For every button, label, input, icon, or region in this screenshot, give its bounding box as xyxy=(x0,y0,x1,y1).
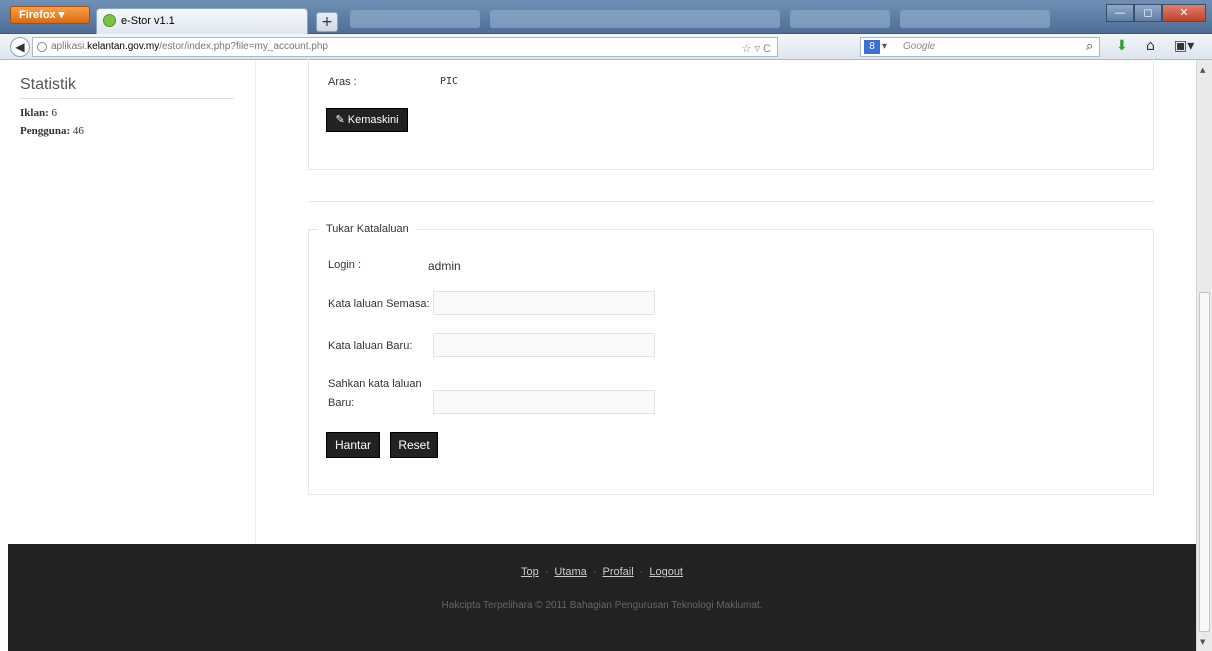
vertical-scrollbar[interactable]: ▲ ▼ xyxy=(1196,60,1212,651)
stat-label: Pengguna: xyxy=(20,125,71,137)
footer-link-utama[interactable]: Utama xyxy=(554,566,586,578)
level-label: Aras : xyxy=(328,76,357,88)
submit-button[interactable]: Hantar xyxy=(326,432,380,458)
reset-button[interactable]: Reset xyxy=(390,432,438,458)
footer-links: Top · Utama · Profail · Logout xyxy=(8,566,1196,578)
footer-link-profail[interactable]: Profail xyxy=(602,566,633,578)
new-password-label: Kata laluan Baru: xyxy=(328,340,413,352)
firefox-menu-button[interactable]: Firefox ▾ xyxy=(10,6,90,24)
google-icon[interactable]: 8 xyxy=(864,40,880,54)
window-controls: — ◻ ✕ xyxy=(1106,4,1206,22)
footer-separator: · xyxy=(592,566,597,578)
footer-separator: · xyxy=(639,566,644,578)
level-value: PIC xyxy=(440,76,459,87)
scrollbar-thumb[interactable] xyxy=(1199,292,1210,632)
close-button[interactable]: ✕ xyxy=(1162,4,1206,22)
browser-tab[interactable]: e-Stor v1.1 xyxy=(96,8,308,34)
magnifier-icon[interactable]: ⌕ xyxy=(1086,39,1093,54)
current-password-field[interactable] xyxy=(433,291,655,315)
tab-title: e-Stor v1.1 xyxy=(121,15,175,27)
profile-panel xyxy=(308,58,1154,170)
current-password-label: Kata laluan Semasa: xyxy=(328,298,430,310)
change-password-legend: Tukar Katalaluan xyxy=(318,223,417,235)
blurred-taskbar-item xyxy=(490,10,780,28)
scroll-down-arrow-icon[interactable]: ▼ xyxy=(1200,638,1205,646)
login-label: Login : xyxy=(328,259,362,271)
stat-value: 6 xyxy=(51,107,58,119)
browser-navbar: ◀ aplikasi.kelantan.gov.my/estor/index.p… xyxy=(0,34,1212,60)
stat-pengguna: Pengguna: 46 xyxy=(20,125,84,137)
home-icon[interactable]: ⌂ xyxy=(1146,38,1155,54)
blurred-taskbar-item xyxy=(790,10,890,28)
footer: Top · Utama · Profail · Logout Hakcipta Terpel… xyxy=(8,544,1196,651)
url-domain: kelantan.gov.my xyxy=(87,41,160,52)
stat-iklan: Iklan: 6 xyxy=(20,107,57,119)
minimize-button[interactable]: — xyxy=(1106,4,1134,22)
back-button[interactable]: ◀ xyxy=(10,37,30,57)
update-button[interactable]: ✎ Kemaskini xyxy=(326,108,408,132)
estor-favicon-icon xyxy=(103,14,116,27)
download-icon[interactable]: ⬇ xyxy=(1116,38,1128,54)
wrench-icon: ✎ xyxy=(335,114,345,126)
scroll-up-arrow-icon[interactable]: ▲ xyxy=(1200,66,1205,74)
restore-button[interactable]: ◻ xyxy=(1134,4,1162,22)
search-placeholder: Google xyxy=(903,41,936,52)
page-content: Statistik Iklan: 6 Pengguna: 46 Aras : P… xyxy=(8,58,1196,651)
footer-separator: · xyxy=(544,566,549,578)
url-controls[interactable]: ☆ ▿ C xyxy=(742,40,771,58)
confirm-password-label-line2: Baru: xyxy=(328,397,355,409)
stat-label: Iklan: xyxy=(20,107,49,119)
sidebar-title: Statistik xyxy=(20,76,234,99)
login-value: admin xyxy=(428,259,461,273)
blurred-taskbar-item xyxy=(350,10,480,28)
back-arrow-icon: ◀ xyxy=(15,40,25,54)
url-path: /estor/index.php?file=my_account.php xyxy=(159,41,328,52)
sidebar: Statistik Iklan: 6 Pengguna: 46 xyxy=(8,60,256,544)
bookmarks-menu-icon[interactable]: ▣▾ xyxy=(1174,38,1194,54)
new-password-field[interactable] xyxy=(433,333,655,357)
window-titlebar: Firefox ▾ e-Stor v1.1 + — ◻ ✕ xyxy=(0,0,1212,34)
confirm-password-label-line1: Sahkan kata laluan xyxy=(328,378,422,390)
url-prefix: aplikasi. xyxy=(51,41,88,52)
new-tab-button[interactable]: + xyxy=(316,12,338,32)
address-bar[interactable]: aplikasi.kelantan.gov.my/estor/index.php… xyxy=(32,37,778,57)
globe-icon xyxy=(37,42,47,52)
footer-link-logout[interactable]: Logout xyxy=(649,566,683,578)
section-divider xyxy=(308,201,1154,202)
search-box[interactable]: 8 ▾ Google xyxy=(860,37,1100,57)
confirm-password-field[interactable] xyxy=(433,390,655,414)
stat-value: 46 xyxy=(72,125,84,137)
update-button-label: Kemaskini xyxy=(347,114,399,126)
footer-link-top[interactable]: Top xyxy=(521,566,539,578)
copyright-text: Hakcipta Terpelihara © 2011 Bahagian Pen… xyxy=(441,600,763,611)
search-engine-dropdown-icon[interactable]: ▾ xyxy=(882,38,887,56)
blurred-taskbar-item xyxy=(900,10,1050,28)
